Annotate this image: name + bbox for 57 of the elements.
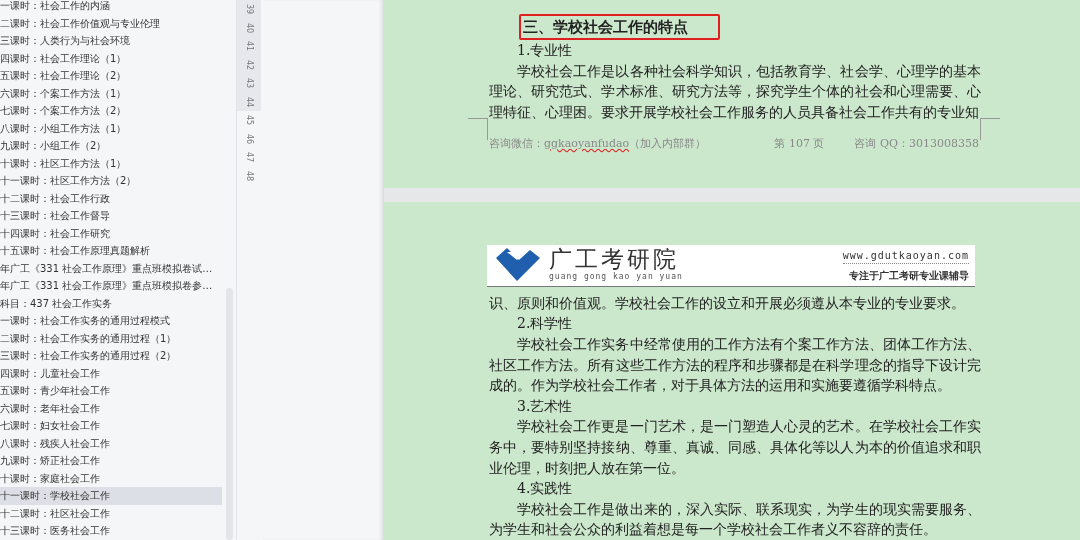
section-subheading: 1.专业性	[516, 41, 574, 60]
outline-item[interactable]: 六课时：个案工作方法（1）	[0, 84, 222, 102]
outline-item[interactable]: 九课时：矫正社会工作	[0, 452, 222, 470]
outline-item[interactable]: 十四课时：社会工作研究	[0, 224, 222, 242]
page-number[interactable]: 47	[243, 152, 255, 163]
page-number-text: 第 107 页	[774, 136, 825, 153]
page-number[interactable]: 48	[243, 170, 255, 181]
outline-item[interactable]: 十三课时：医务社会工作	[0, 522, 222, 540]
outline-item[interactable]: 五课时：社会工作理论（2）	[0, 67, 222, 85]
footer-text: （加入内部群）	[629, 136, 707, 153]
footer-text: 咨询微信：	[489, 136, 544, 153]
outline-item[interactable]: 五课时：青少年社会工作	[0, 382, 222, 400]
outline-item[interactable]: 三课时：社会工作实务的通用过程（2）	[0, 347, 222, 365]
outline-item[interactable]: 科目：437 社会工作实务	[0, 294, 222, 312]
footer-text: 咨询 QQ：3013008358	[854, 136, 979, 153]
paragraph: 学校社会工作是做出来的，深入实际、联系现实，为学生的现实需要服务、为学生和社会公众的利益着想是每一个学校社会工作者义不容辞的责任。	[489, 499, 981, 540]
outline-item[interactable]: 八课时：小组工作方法（1）	[0, 119, 222, 137]
outline-item[interactable]: 十五课时：社会工作原理真题解析	[0, 242, 222, 260]
outline-item[interactable]: 十二课时：社区社会工作	[0, 504, 222, 522]
website-url: www.gdutkaoyan.com	[842, 247, 969, 264]
outline-item[interactable]: 十一课时：学校社会工作	[0, 487, 222, 505]
slogan: 专注于广工考研专业课辅导	[849, 268, 969, 283]
section-subheading: 2.科学性	[516, 314, 574, 334]
section-subheading: 3.艺术性	[516, 396, 574, 416]
page-number[interactable]: 46	[243, 133, 255, 144]
outline-item[interactable]: 年广工《331 社会工作原理》重点班模拟卷试…	[0, 259, 222, 277]
outline-item[interactable]: 八课时：残疾人社会工作	[0, 434, 222, 452]
brand-pinyin: guang gong kao yan yuan	[549, 271, 683, 284]
outline-item[interactable]: 三课时：人类行为与社会环境	[0, 32, 222, 50]
crop-mark	[980, 118, 1000, 140]
outline-item[interactable]: 十二课时：社会工作行政	[0, 189, 222, 207]
outline-item[interactable]: 十一课时：社区工作方法（2）	[0, 172, 222, 190]
outline-item[interactable]: 二课时：社会工作实务的通用过程（1）	[0, 329, 222, 347]
paragraph: 学校社会工作更是一门艺术，是一门塑造人心灵的艺术。在学校社会工作实务中，要特别坚持接纳、尊重、真诚、同感、具体化等以人为本的价值追求和职业伦理，时刻把人放在第一位。	[489, 417, 981, 478]
outline-item[interactable]: 十三课时：社会工作督导	[0, 207, 222, 225]
outline-item[interactable]: 年广工《331 社会工作原理》重点班模拟卷参…	[0, 277, 222, 295]
section-subheading: 4.实践性	[516, 479, 574, 499]
outline-item[interactable]: 七课时：个案工作方法（2）	[0, 102, 222, 120]
outline-item[interactable]: 四课时：社会工作理论（1）	[0, 49, 222, 67]
page-number[interactable]: 45	[243, 115, 255, 126]
crop-mark	[468, 118, 488, 140]
wechat-id: ggkaoyanfudao	[544, 136, 630, 153]
outline-item[interactable]: 一课时：社会工作实务的通用过程模式	[0, 312, 222, 330]
logo-icon	[495, 248, 541, 283]
paragraph: 学校社会工作实务中经常使用的工作方法有个案工作方法、团体工作方法、社区工作方法。所有这些工作方法的程序和步骤都是在科学理念的指导下设计完成的。作为学校社会工作者，对于具体方法的运用和实施要遵循学科特点。	[489, 335, 981, 396]
outline-item[interactable]: 九课时：小组工作（2）	[0, 137, 222, 155]
brand-name: 广工考研院	[549, 247, 680, 272]
outline-item[interactable]: 六课时：老年社会工作	[0, 399, 222, 417]
section-heading: 三、学校社会工作的特点	[519, 14, 720, 40]
outline-item[interactable]: 十课时：社区工作方法（1）	[0, 154, 222, 172]
outline-item[interactable]: 七课时：妇女社会工作	[0, 417, 222, 435]
paragraph: 学校社会工作是以各种社会科学知识，包括教育学、社会学、心理学的基本理论、研究范式、学术标准、研究方法等，探究学生个体的社会和心理需要、心理特征、心理困。要求开展学校社会工作服务的人员具备社会工作共有的专业知	[489, 61, 981, 122]
paragraph: 识、原则和价值观。学校社会工作的设立和开展必须遵从本专业的专业要求。	[489, 293, 966, 313]
outline-item[interactable]: 二课时：社会工作价值观与专业伦理	[0, 14, 222, 32]
outline-item[interactable]: 十课时：家庭社会工作	[0, 469, 222, 487]
outline-item[interactable]: 四课时：儿童社会工作	[0, 364, 222, 382]
outline-item[interactable]: 一课时：社会工作的内涵	[0, 0, 222, 15]
